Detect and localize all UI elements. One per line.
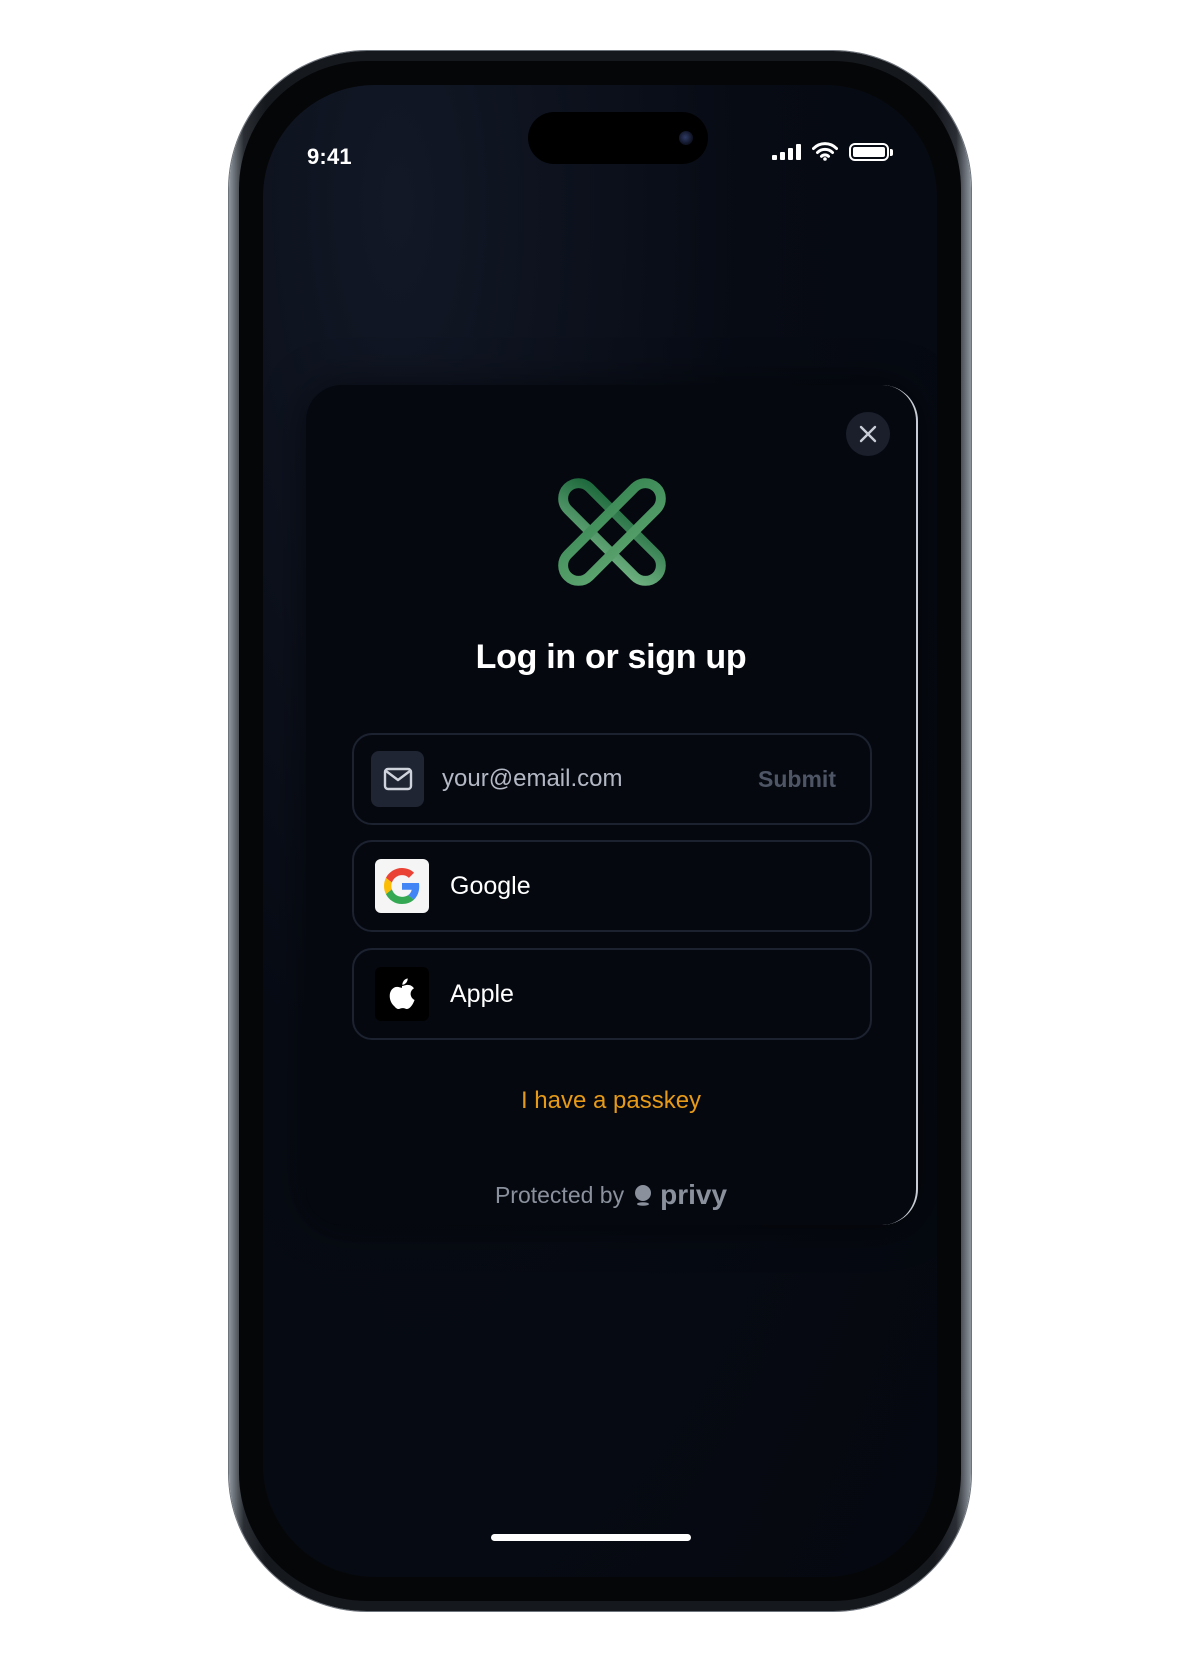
email-login-row: Submit bbox=[352, 733, 872, 825]
apple-login-button[interactable]: Apple bbox=[352, 948, 872, 1040]
status-bar: 9:41 bbox=[263, 85, 937, 195]
apple-label: Apple bbox=[450, 979, 514, 1008]
battery-icon bbox=[849, 142, 893, 161]
home-indicator[interactable] bbox=[491, 1534, 691, 1541]
phone-screen: 9:41 Log in or sign up your@email.com Su… bbox=[263, 85, 937, 1577]
google-logo-icon bbox=[384, 868, 420, 904]
passkey-link[interactable]: I have a passkey bbox=[306, 1087, 916, 1115]
google-label: Google bbox=[450, 871, 531, 900]
login-modal: Log in or sign up Submit bbox=[306, 385, 918, 1225]
phone-frame: 9:41 Log in or sign up your@email.com Su… bbox=[229, 51, 971, 1611]
wifi-icon bbox=[812, 142, 838, 161]
cellular-signal-icon bbox=[772, 143, 801, 160]
phone-bezel: 9:41 Log in or sign up your@email.com Su… bbox=[239, 61, 961, 1601]
battery-level bbox=[853, 146, 885, 157]
mail-icon-box bbox=[371, 751, 425, 807]
protected-by-text: Protected by bbox=[494, 1181, 625, 1208]
email-input[interactable] bbox=[442, 765, 753, 793]
privy-mark-icon bbox=[635, 1185, 652, 1206]
google-icon-box bbox=[375, 859, 429, 913]
mail-icon bbox=[383, 767, 412, 791]
close-button[interactable] bbox=[846, 412, 890, 456]
privy-logo: privy bbox=[634, 1179, 727, 1211]
apple-icon-box bbox=[375, 967, 429, 1021]
close-icon bbox=[859, 425, 877, 443]
apple-logo-icon bbox=[389, 978, 415, 1010]
modal-title: Log in or sign up bbox=[475, 638, 747, 676]
app-logo-icon bbox=[558, 478, 666, 586]
privy-brand-text: privy bbox=[660, 1179, 728, 1210]
dynamic-island bbox=[528, 112, 708, 164]
status-time: 9:41 bbox=[307, 144, 352, 169]
protected-by-footer: Protected by privy bbox=[306, 1179, 916, 1211]
google-login-button[interactable]: Google bbox=[352, 840, 872, 932]
camera-icon bbox=[679, 131, 693, 145]
submit-button[interactable]: Submit bbox=[752, 765, 842, 794]
status-icons bbox=[772, 142, 893, 161]
